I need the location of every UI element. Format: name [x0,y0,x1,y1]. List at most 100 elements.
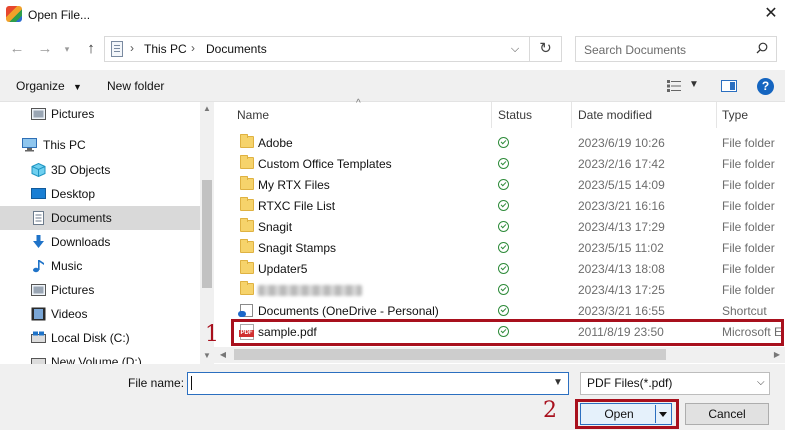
open-options-dropdown-icon[interactable] [655,405,670,423]
sidebar-item-label: Documents [51,211,112,225]
file-date: 2023/3/21 16:55 [578,304,665,318]
file-name: Documents (OneDrive - Personal) [258,304,439,318]
documents-location-icon [111,41,123,57]
sidebar-item-videos[interactable]: Videos [0,302,200,326]
help-icon[interactable]: ? [757,78,774,95]
desktop-icon [31,188,46,199]
breadcrumb-this-pc[interactable]: This PC [144,42,187,56]
forward-arrow-icon[interactable]: → [34,40,56,58]
column-divider[interactable] [716,102,717,128]
sync-status-icon [498,137,509,148]
scroll-up-arrow-icon[interactable]: ▲ [200,104,214,113]
sidebar-item-this-pc[interactable]: This PC [0,133,200,157]
search-placeholder: Search Documents [584,43,687,57]
column-header-type[interactable]: Type [722,108,748,122]
file-name-label: File name: [128,376,185,390]
file-row-rtxc-file-list[interactable]: RTXC File List 2023/3/21 16:16 File fold… [232,196,785,217]
disk-icon [31,358,46,364]
file-row-adobe[interactable]: Adobe 2023/6/19 10:26 File folder [232,133,785,154]
file-name: Snagit [258,220,293,234]
chevron-down-icon[interactable]: ⌵ [757,377,765,388]
file-type: File folder [722,241,775,255]
sidebar-item-downloads[interactable]: Downloads [0,230,200,254]
file-name-dropdown-icon[interactable]: ▼ [553,377,563,388]
up-arrow-icon[interactable]: ↑ [80,40,102,58]
file-name: Custom Office Templates [258,157,392,171]
sync-status-icon [498,200,509,211]
file-name: Adobe [258,136,293,150]
sidebar-item-pictures[interactable]: Pictures [0,278,200,302]
scroll-left-arrow-icon[interactable]: ◀ [216,350,230,359]
sidebar-item-documents[interactable]: Documents [0,206,200,230]
breadcrumb-documents[interactable]: Documents [206,42,267,56]
breadcrumb-chevron-icon[interactable]: › [191,41,195,55]
file-name-input[interactable] [187,372,569,395]
folder-icon [240,155,254,169]
folder-icon [240,176,254,190]
file-row-updater5[interactable]: Updater5 2023/4/13 18:08 File folder [232,259,785,280]
file-type: File folder [722,136,775,150]
preview-pane-icon[interactable] [721,80,737,92]
column-divider[interactable] [491,102,492,128]
file-date: 2023/5/15 14:09 [578,178,665,192]
3d-objects-icon [31,163,46,177]
file-name: Snagit Stamps [258,241,337,255]
close-icon[interactable]: ✕ [760,4,782,24]
sidebar-item-pictures-quick[interactable]: Pictures [0,102,200,126]
file-type: File folder [722,283,775,297]
scroll-right-arrow-icon[interactable]: ▶ [770,350,784,359]
column-header-status[interactable]: Status [498,108,532,122]
sidebar-item-label: Desktop [51,187,96,201]
folder-icon [240,281,254,295]
sync-status-icon [498,221,509,232]
file-date: 2023/4/13 17:29 [578,220,665,234]
recent-locations-chevron-icon[interactable]: ▾ [56,40,78,58]
file-date: 2023/5/15 11:02 [578,241,664,255]
refresh-icon[interactable]: ↻ [530,36,562,62]
file-date: 2023/4/13 18:08 [578,262,665,276]
address-dropdown-icon[interactable]: ⌵ [506,40,524,58]
file-name: RTXC File List [258,199,336,213]
back-arrow-icon[interactable]: ← [6,40,28,58]
file-row-redacted-folder[interactable]: 2023/4/13 17:25 File folder [232,280,785,301]
sidebar-item-label: This PC [43,138,86,152]
column-header-name[interactable]: Name [237,108,269,122]
sidebar-item-desktop[interactable]: Desktop [0,182,200,206]
view-dropdown-icon[interactable]: ▼ [689,79,699,90]
step-number-2: 2 [543,398,557,423]
sidebar-item-3d-objects[interactable]: 3D Objects [0,158,200,182]
file-row-custom-office-templates[interactable]: Custom Office Templates 2023/2/16 17:42 … [232,154,785,175]
pictures-icon [31,284,46,296]
horizontal-scroll-thumb[interactable] [234,349,666,360]
file-name: Updater5 [258,262,308,276]
videos-icon [31,307,46,321]
file-row-snagit[interactable]: Snagit 2023/4/13 17:29 File folder [232,217,785,238]
file-date: 2023/6/19 10:26 [578,136,665,150]
file-type: File folder [722,262,775,276]
file-row-my-rtx-files[interactable]: My RTX Files 2023/5/15 14:09 File folder [232,175,785,196]
navigation-pane: Pictures This PC 3D Objects Desktop Docu… [0,102,214,364]
scroll-down-arrow-icon[interactable]: ▼ [200,351,214,360]
sidebar-scroll-thumb[interactable] [202,180,212,288]
step-number-1: 1 [205,322,219,347]
sync-status-icon [498,242,509,253]
sidebar-item-new-volume-d[interactable]: New Volume (D:) [0,350,200,364]
organize-label: Organize [16,79,65,93]
sidebar-item-label: Videos [51,307,88,321]
address-bar[interactable]: › This PC › Documents [104,36,530,62]
view-options-icon[interactable] [667,80,681,92]
sidebar-item-local-disk-c[interactable]: Local Disk (C:) [0,326,200,350]
new-folder-button[interactable]: New folder [107,79,164,93]
organize-button[interactable]: Organize ▼ [16,79,82,93]
search-box[interactable]: Search Documents [575,36,777,62]
column-header-date-modified[interactable]: Date modified [578,108,652,122]
sync-status-icon [498,263,509,274]
breadcrumb-chevron-icon[interactable]: › [130,41,134,55]
file-type: File folder [722,220,775,234]
column-divider[interactable] [571,102,572,128]
sidebar-item-music[interactable]: Music [0,254,200,278]
sidebar-item-label: 3D Objects [51,163,111,177]
text-caret [191,376,192,390]
file-row-snagit-stamps[interactable]: Snagit Stamps 2023/5/15 11:02 File folde… [232,238,785,259]
sync-status-icon [498,284,509,295]
